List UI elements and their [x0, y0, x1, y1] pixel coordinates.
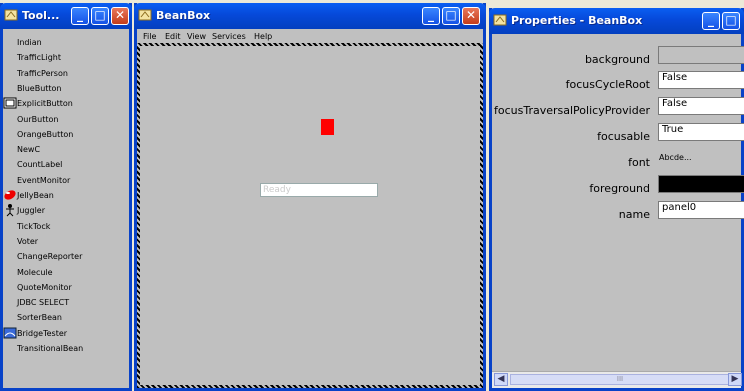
- jellybean-icon: [4, 190, 16, 200]
- toolbox-item-label: TrafficLight: [17, 53, 61, 63]
- properties-titlebar[interactable]: Properties - BeanBox _ □: [489, 8, 744, 34]
- property-label: background: [584, 53, 650, 66]
- font-value[interactable]: Abcde...: [659, 153, 692, 162]
- toolbox-item-label: Molecule: [17, 267, 53, 277]
- toolbox-item-label: JellyBean: [17, 191, 54, 200]
- toolbox-item[interactable]: Voter: [17, 237, 38, 246]
- toolbox-item[interactable]: OrangeButton: [17, 130, 73, 139]
- scroll-thumb[interactable]: III: [510, 374, 730, 385]
- focusTraversalPolicyProvider-field[interactable]: False: [658, 97, 744, 115]
- toolbox-item[interactable]: JDBC SELECT: [17, 298, 69, 307]
- toolbox-item[interactable]: NewC: [17, 145, 40, 154]
- beanbox-titlebar[interactable]: BeanBox _ □ ✕: [134, 3, 486, 29]
- toolbox-item-label: OurButton: [17, 114, 59, 124]
- toolbox-item[interactable]: BridgeTester: [3, 327, 68, 339]
- toolbox-item-label: NewC: [17, 145, 41, 155]
- minimize-button[interactable]: _: [422, 7, 440, 25]
- scroll-right-icon[interactable]: ▶: [728, 373, 742, 386]
- toolbox-item-label: BlueButton: [17, 83, 62, 93]
- menu-file[interactable]: File: [143, 32, 156, 41]
- toolbox-item[interactable]: Juggler: [6, 204, 46, 217]
- horizontal-scrollbar[interactable]: ◀ III ▶: [492, 371, 742, 388]
- toolbox-item-label: QuoteMonitor: [17, 282, 72, 292]
- toolbox-window: Tool... _ □ ✕ Indian TrafficLight TrafficP…: [0, 3, 132, 391]
- toolbox-item-label: TickTock: [17, 221, 51, 231]
- foreground-color-swatch[interactable]: [658, 175, 744, 193]
- toolbox-item-label: CountLabel: [17, 160, 63, 170]
- toolbox-item-label: Indian: [17, 38, 42, 47]
- toolbox-item[interactable]: BlueButton: [17, 84, 62, 93]
- menu-edit[interactable]: Edit: [165, 32, 181, 41]
- beanbox-app-icon: [138, 9, 152, 21]
- bridge-icon: [3, 327, 17, 339]
- maximize-button[interactable]: □: [442, 7, 460, 25]
- toolbox-item-label: Voter: [17, 236, 39, 246]
- minimize-button[interactable]: _: [71, 7, 89, 25]
- toolbox-titlebar[interactable]: Tool... _ □ ✕: [0, 3, 132, 29]
- close-button[interactable]: ✕: [462, 7, 480, 25]
- properties-window: Properties - BeanBox _ □ background focus…: [489, 8, 744, 391]
- toolbox-item[interactable]: QuoteMonitor: [17, 283, 72, 292]
- beanbox-app-icon: [4, 9, 18, 21]
- toolbox-item[interactable]: JellyBean: [4, 190, 54, 200]
- property-label: foreground: [589, 182, 650, 195]
- toolbox-item-label: JDBC SELECT: [17, 298, 70, 308]
- red-bean[interactable]: [321, 119, 334, 135]
- property-label: focusCycleRoot: [565, 78, 650, 91]
- toolbox-item[interactable]: SorterBean: [17, 313, 62, 322]
- toolbox-item[interactable]: TransitionalBean: [17, 344, 83, 353]
- toolbox-item[interactable]: CountLabel: [17, 160, 62, 169]
- ready-field[interactable]: Ready: [260, 183, 378, 197]
- bean-canvas[interactable]: Ready: [137, 43, 483, 388]
- scroll-left-icon[interactable]: ◀: [494, 373, 508, 386]
- property-label: focusTraversalPolicyProvider: [494, 104, 650, 117]
- toolbox-item[interactable]: EventMonitor: [17, 176, 70, 185]
- toolbox-item[interactable]: ExplicitButton: [3, 97, 73, 109]
- background-color-swatch[interactable]: [658, 46, 744, 64]
- toolbox-item-label: TrafficPerson: [17, 68, 68, 78]
- close-button[interactable]: ✕: [111, 7, 129, 25]
- toolbox-item-label: OrangeButton: [17, 129, 74, 139]
- toolbox-item[interactable]: Indian: [17, 38, 42, 47]
- toolbox-item[interactable]: OurButton: [17, 115, 58, 124]
- toolbox-item-label: TransitionalBean: [17, 344, 84, 353]
- toolbox-item-label: Juggler: [17, 206, 46, 216]
- menu-view[interactable]: View: [187, 32, 206, 41]
- beanbox-app-icon: [493, 14, 507, 26]
- button-icon: [3, 97, 17, 109]
- focusCycleRoot-field[interactable]: False: [658, 71, 744, 89]
- property-label: focusable: [597, 130, 650, 143]
- toolbox-title: Tool...: [22, 9, 60, 22]
- toolbox-item-label: ExplicitButton: [17, 99, 73, 109]
- toolbox-list: Indian TrafficLight TrafficPerson BlueButto…: [3, 29, 129, 388]
- beanbox-window: BeanBox _ □ ✕ File Edit View Services He…: [134, 3, 486, 391]
- toolbox-item-label: EventMonitor: [17, 175, 71, 185]
- toolbox-item-label: BridgeTester: [17, 328, 68, 338]
- toolbox-item[interactable]: TrafficPerson: [17, 69, 68, 78]
- toolbox-item[interactable]: ChangeReporter: [17, 252, 82, 261]
- property-label: name: [618, 208, 650, 221]
- menu-help[interactable]: Help: [254, 32, 272, 41]
- juggler-icon: [6, 204, 14, 217]
- toolbox-item-label: SorterBean: [17, 313, 62, 323]
- menu-bar: File Edit View Services Help: [137, 29, 483, 43]
- toolbox-item[interactable]: Molecule: [17, 268, 53, 277]
- toolbox-item-label: ChangeReporter: [17, 252, 83, 262]
- toolbox-item[interactable]: TrafficLight: [17, 53, 61, 62]
- beanbox-title: BeanBox: [156, 9, 211, 22]
- properties-title: Properties - BeanBox: [511, 14, 643, 27]
- minimize-button[interactable]: _: [702, 12, 720, 30]
- maximize-button[interactable]: □: [722, 12, 740, 30]
- toolbox-item[interactable]: TickTock: [17, 222, 50, 231]
- property-label: font: [628, 156, 650, 169]
- name-field[interactable]: panel0: [658, 201, 744, 219]
- menu-services[interactable]: Services: [212, 32, 246, 41]
- maximize-button[interactable]: □: [91, 7, 109, 25]
- focusable-field[interactable]: True: [658, 123, 744, 141]
